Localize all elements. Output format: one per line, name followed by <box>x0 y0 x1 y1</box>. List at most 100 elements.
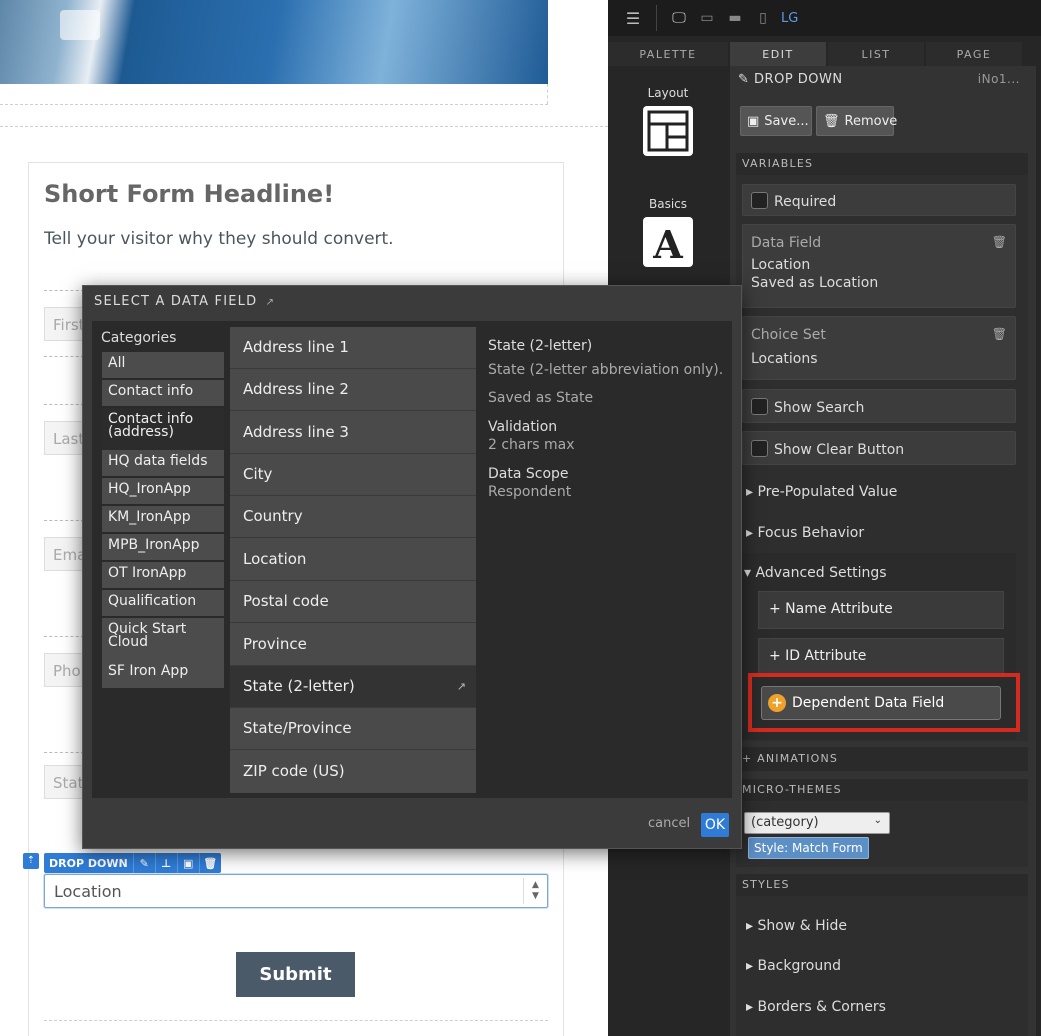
caret-right-icon: ▸ <box>746 484 754 500</box>
panel-tabs: PALETTE EDIT LIST PAGE <box>608 42 1041 66</box>
show-clear-toggle[interactable]: Show Clear Button <box>742 431 1016 465</box>
category-item[interactable]: OT IronApp <box>102 562 224 588</box>
tab-palette[interactable]: PALETTE <box>608 42 728 66</box>
animations-section-header[interactable]: + ANIMATIONS <box>736 747 1028 771</box>
dependent-data-field-label: Dependent Data Field <box>792 695 945 711</box>
checkbox[interactable] <box>751 192 768 209</box>
focus-behavior-label: Focus Behavior <box>757 525 865 541</box>
show-clear-label: Show Clear Button <box>774 442 905 458</box>
category-item[interactable]: Contact info (address) <box>102 408 224 450</box>
variables-section-header[interactable]: VARIABLES <box>736 153 1028 175</box>
category-item[interactable]: Quick Start Cloud <box>102 618 224 660</box>
desktop-icon[interactable]: 🖵 <box>665 0 693 36</box>
submit-button[interactable]: Submit <box>236 952 355 997</box>
cancel-button[interactable]: cancel <box>648 816 690 831</box>
category-item[interactable]: All <box>102 352 224 378</box>
dependent-data-field-button[interactable]: + Dependent Data Field <box>761 686 1001 720</box>
style-badge[interactable]: Style: Match Form <box>748 837 869 859</box>
advanced-settings-toggle[interactable]: ▾ Advanced Settings <box>744 565 887 581</box>
required-toggle[interactable]: Required <box>742 184 1016 216</box>
field-item[interactable]: Address line 3 <box>230 412 476 454</box>
tab-edit[interactable]: EDIT <box>730 42 826 66</box>
layout-toggle-icon[interactable]: ☰ <box>618 6 648 30</box>
palette-item-layout[interactable]: Layout <box>608 86 728 156</box>
caret-right-icon: ▸ <box>746 958 754 974</box>
location-dropdown-value: Location <box>54 882 122 901</box>
field-divider <box>44 520 84 521</box>
field-item[interactable]: Country <box>230 496 476 538</box>
prepopulated-toggle[interactable]: ▸ Pre-Populated Value <box>746 484 897 500</box>
data-field-value: Location <box>751 257 811 273</box>
form-headline[interactable]: Short Form Headline! <box>44 180 334 208</box>
field-item[interactable]: Address line 2 <box>230 369 476 411</box>
tablet-landscape-icon[interactable]: ▬ <box>721 0 749 36</box>
breakpoint-label[interactable]: LG <box>781 11 798 26</box>
micro-themes-section-header[interactable]: MICRO-THEMES <box>736 779 1028 801</box>
checkbox[interactable] <box>751 398 768 415</box>
field-divider <box>44 752 84 753</box>
field-item[interactable]: Province <box>230 624 476 666</box>
choice-set-box[interactable]: Choice Set Locations 🗑 <box>742 316 1016 380</box>
trash-icon[interactable]: 🗑 <box>992 327 1007 341</box>
field-item[interactable]: Location <box>230 539 476 581</box>
tablet-icon[interactable]: ▭ <box>693 0 721 36</box>
background-toggle[interactable]: ▸ Background <box>746 958 841 974</box>
tab-page[interactable]: PAGE <box>926 42 1022 66</box>
ok-button[interactable]: OK <box>701 813 729 837</box>
data-field-box[interactable]: Data Field Location Saved as Location 🗑 <box>742 224 1016 308</box>
category-select[interactable]: (category) ⌄ <box>744 812 890 834</box>
remove-button[interactable]: 🗑 Remove <box>816 106 897 136</box>
trash-icon[interactable]: 🗑 <box>198 853 221 873</box>
palette-item-basics[interactable]: Basics A <box>608 197 728 267</box>
styles-section-header[interactable]: STYLES <box>736 874 1028 896</box>
external-link-icon[interactable]: ↗ <box>457 680 466 693</box>
section-divider <box>0 126 608 127</box>
category-item[interactable]: SF Iron App <box>102 660 224 688</box>
move-up-icon[interactable]: ⇡ <box>23 853 39 869</box>
tab-list[interactable]: LIST <box>828 42 924 66</box>
toolbar-separator <box>656 5 657 31</box>
category-item[interactable]: KM_IronApp <box>102 506 224 532</box>
name-attribute-button[interactable]: + Name Attribute <box>758 591 1004 629</box>
pin-icon[interactable]: ⊥ <box>154 853 177 873</box>
category-item[interactable]: HQ_IronApp <box>102 478 224 504</box>
palette-item-label: Basics <box>648 197 688 211</box>
show-hide-toggle[interactable]: ▸ Show & Hide <box>746 918 847 934</box>
remove-button-label: Remove <box>844 113 898 129</box>
category-item[interactable]: MPB_IronApp <box>102 534 224 560</box>
detail-scope-label: Data Scope <box>488 466 569 482</box>
id-attribute-button[interactable]: + ID Attribute <box>758 638 1004 676</box>
trash-icon[interactable]: 🗑 <box>992 235 1007 249</box>
form-subheadline[interactable]: Tell your visitor why they should conver… <box>44 229 394 249</box>
field-item[interactable]: City <box>230 454 476 496</box>
detail-validation-value: 2 chars max <box>488 437 575 453</box>
category-item[interactable]: HQ data fields <box>102 450 224 476</box>
field-divider <box>44 404 84 405</box>
element-id-label[interactable]: iNo1... <box>978 72 1020 86</box>
detail-field-name: State (2-letter) <box>488 338 593 354</box>
edit-icon[interactable]: ✎ <box>132 853 155 873</box>
field-item[interactable]: Address line 1 <box>230 327 476 369</box>
detail-saved-as: Saved as State <box>488 390 594 406</box>
dialog-title: SELECT A DATA FIELD ↗ <box>94 294 275 309</box>
borders-toggle[interactable]: ▸ Borders & Corners <box>746 999 886 1015</box>
location-dropdown[interactable]: Location ▲ ▼ <box>44 874 548 908</box>
advanced-settings-label: Advanced Settings <box>755 565 887 581</box>
field-item[interactable]: Postal code <box>230 581 476 623</box>
phone-icon[interactable]: ▯ <box>749 0 777 36</box>
checkbox[interactable] <box>751 440 768 457</box>
focus-behavior-toggle[interactable]: ▸ Focus Behavior <box>746 525 864 541</box>
choice-set-label: Choice Set <box>751 327 826 343</box>
category-item[interactable]: Contact info <box>102 380 224 406</box>
field-item[interactable]: State/Province <box>230 708 476 750</box>
show-search-toggle[interactable]: Show Search <box>742 389 1016 423</box>
section-divider <box>547 84 548 104</box>
save-button[interactable]: ▣ Save... <box>740 106 812 136</box>
field-item-selected[interactable]: State (2-letter) ↗ <box>230 666 476 708</box>
external-link-icon[interactable]: ↗ <box>266 297 276 308</box>
category-item[interactable]: Qualification <box>102 590 224 616</box>
save-icon[interactable]: ▣ <box>176 853 199 873</box>
dropdown-element-toolbar: DROP DOWN ✎ ⊥ ▣ 🗑 <box>44 853 221 873</box>
data-field-saved-as: Saved as Location <box>751 275 879 291</box>
field-item[interactable]: ZIP code (US) <box>230 751 476 793</box>
